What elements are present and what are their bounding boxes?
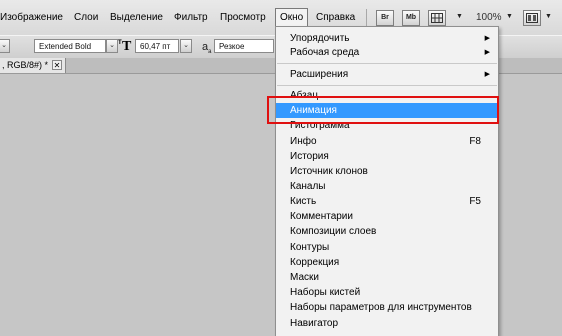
menu-item-label: Каналы [290, 181, 326, 192]
font-style-dropdown[interactable]: ⌄ [106, 39, 118, 53]
menu-window[interactable]: Окно [275, 8, 309, 27]
menu-item-histogram[interactable]: Гистограмма [276, 118, 498, 133]
menu-item-masks[interactable]: Маски [276, 270, 498, 285]
font-style-field[interactable]: Extended Bold [34, 39, 106, 53]
font-size-field[interactable]: 60,47 пт [135, 39, 179, 53]
menu-item-clone-source[interactable]: Источник клонов [276, 164, 498, 179]
view-extras-icon[interactable] [428, 10, 446, 26]
menu-item-label: Наборы кистей [290, 287, 361, 298]
menu-item-label: Наборы параметров для инструментов [290, 302, 472, 313]
menu-item-label: Навигатор [290, 318, 339, 329]
antialias-field[interactable]: Резкое [214, 39, 274, 53]
menu-item-label: История [290, 151, 329, 162]
menu-item-brush-presets[interactable]: Наборы кистей [276, 285, 498, 300]
submenu-arrow-icon: ▶ [484, 35, 490, 42]
menu-item-label: Анимация [290, 105, 337, 116]
chevron-down-icon[interactable]: ▼ [545, 13, 552, 20]
menu-item-layer-comps[interactable]: Композиции слоев [276, 224, 498, 239]
document-tab-title: , RGB/8#) * [2, 60, 49, 70]
arrange-documents-icon[interactable] [523, 10, 541, 26]
menu-item-adjustments[interactable]: Коррекция [276, 255, 498, 270]
window-menu-dropdown: Упорядочить ▶ Рабочая среда ▶ Расширения… [275, 26, 499, 336]
menu-item-label: Источник клонов [290, 166, 368, 177]
menu-select[interactable]: Выделение [110, 12, 163, 23]
menu-item-arrange[interactable]: Упорядочить ▶ [276, 31, 498, 46]
mini-bridge-icon[interactable]: Mb [402, 10, 420, 26]
chevron-down-icon[interactable]: ▼ [506, 13, 513, 20]
menu-view[interactable]: Просмотр [220, 12, 266, 23]
menu-image[interactable]: Изображение [0, 12, 63, 23]
menu-item-channels[interactable]: Каналы [276, 179, 498, 194]
menu-item-label: Композиции слоев [290, 226, 377, 237]
menu-item-history[interactable]: История [276, 149, 498, 164]
menu-item-label: Абзац [290, 90, 319, 101]
bridge-icon[interactable]: Br [376, 10, 394, 26]
menu-help[interactable]: Справка [316, 12, 355, 23]
menu-item-label: Кисть [290, 196, 317, 207]
menu-item-navigator[interactable]: Навигатор [276, 316, 498, 331]
menu-item-workspace[interactable]: Рабочая среда ▶ [276, 45, 498, 60]
menu-item-label: Рабочая среда [290, 47, 360, 58]
zoom-level[interactable]: 100% [476, 12, 502, 23]
menu-item-shortcut: F5 [469, 196, 481, 207]
close-icon[interactable]: ✕ [52, 60, 62, 70]
menu-item-extensions[interactable]: Расширения ▶ [276, 67, 498, 82]
menu-item-label: Маски [290, 272, 319, 283]
menu-item-paragraph[interactable]: Абзац [276, 88, 498, 103]
chevron-down-icon[interactable]: ▼ [456, 13, 463, 20]
document-tab[interactable]: , RGB/8#) * ✕ [0, 58, 66, 73]
menubar-separator [366, 9, 367, 26]
font-size-dropdown[interactable]: ⌄ [180, 39, 192, 53]
submenu-arrow-icon: ▶ [484, 71, 490, 78]
menu-item-label: Расширения [290, 69, 349, 80]
font-size-icon: T [122, 39, 132, 54]
menu-item-label: Контуры [290, 242, 330, 253]
menu-item-info[interactable]: Инфо F8 [276, 134, 498, 149]
menu-item-label: Комментарии [290, 211, 353, 222]
menu-item-tool-presets[interactable]: Наборы параметров для инструментов [276, 300, 498, 315]
menu-item-label: Гистограмма [290, 120, 350, 131]
submenu-arrow-icon: ▶ [484, 49, 490, 56]
menu-separator [277, 85, 497, 86]
chevron-down-icon[interactable]: ⌄ [0, 39, 10, 53]
menu-item-label: Коррекция [290, 257, 340, 268]
menu-filter[interactable]: Фильтр [174, 12, 208, 23]
menu-item-label: Упорядочить [290, 33, 350, 44]
menu-item-shortcut: F8 [469, 136, 481, 147]
menu-item-label: Инфо [290, 136, 317, 147]
menu-item-brush[interactable]: Кисть F5 [276, 194, 498, 209]
menu-item-paths[interactable]: Контуры [276, 240, 498, 255]
antialias-icon: aa [202, 41, 212, 56]
menu-layers[interactable]: Слои [74, 12, 98, 23]
menu-item-notes[interactable]: Комментарии [276, 209, 498, 224]
menu-item-animation[interactable]: Анимация [276, 103, 498, 118]
menu-separator [277, 63, 497, 64]
